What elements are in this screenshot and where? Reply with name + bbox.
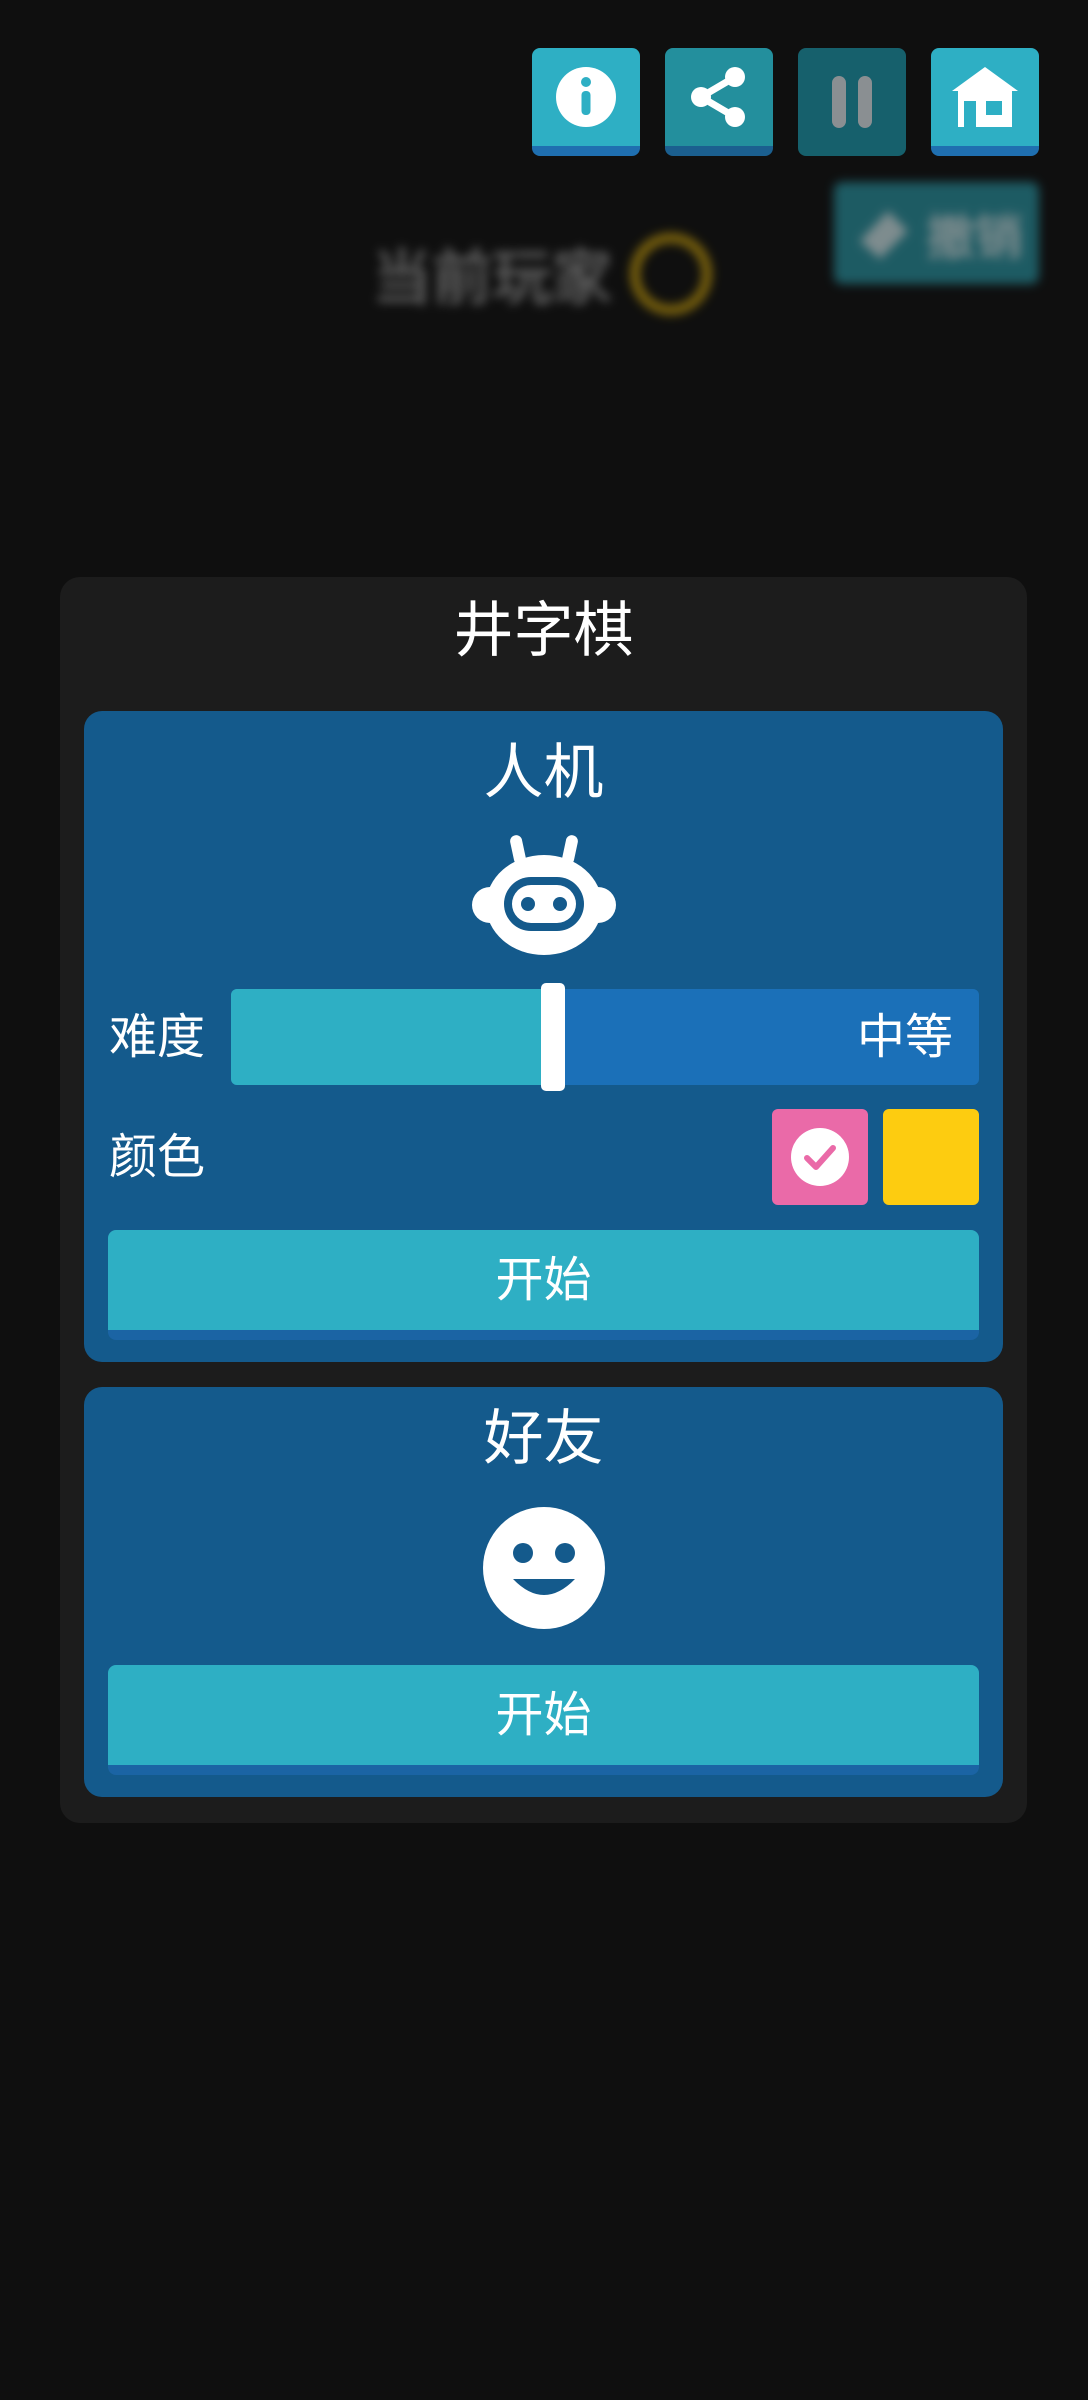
info-button[interactable] [532, 48, 640, 156]
smiley-icon [482, 1507, 605, 1629]
vs-ai-start-button[interactable]: 开始 [108, 1230, 979, 1340]
difficulty-slider-thumb[interactable] [540, 983, 565, 1091]
home-icon [952, 67, 1018, 127]
vs-ai-card: 人机 难度 中等 颜色 开始 [84, 711, 1003, 1362]
vs-friend-title: 好友 [483, 1404, 604, 1474]
color-option-pink[interactable] [772, 1109, 868, 1205]
color-label: 颜色 [109, 1129, 206, 1185]
info-icon [556, 67, 616, 127]
robot-icon [471, 835, 616, 955]
pause-button[interactable] [798, 48, 906, 156]
difficulty-value: 中等 [856, 1009, 953, 1065]
vs-friend-start-button[interactable]: 开始 [108, 1665, 979, 1775]
home-button[interactable] [931, 48, 1039, 156]
check-icon [791, 1128, 849, 1186]
share-icon [691, 67, 745, 127]
circle-player-icon [630, 232, 712, 315]
pause-icon [832, 76, 872, 128]
undo-button: 撤销 [834, 182, 1039, 284]
vs-friend-card: 好友 开始 [84, 1387, 1003, 1797]
share-button[interactable] [665, 48, 773, 156]
difficulty-slider-fill [231, 989, 553, 1085]
current-player-indicator: 当前玩家 [372, 230, 712, 317]
undo-label: 撤销 [926, 210, 1023, 266]
difficulty-label: 难度 [109, 1009, 206, 1065]
color-option-yellow[interactable] [883, 1109, 979, 1205]
current-player-label: 当前玩家 [372, 244, 612, 314]
game-screen: 撤销 当前玩家 井字棋 人机 难度 中等 颜色 开始 好友 开始 [0, 0, 1088, 2400]
vs-ai-title: 人机 [483, 738, 604, 808]
eraser-icon [860, 211, 909, 259]
dialog-title: 井字棋 [453, 596, 634, 666]
difficulty-slider[interactable]: 中等 [231, 983, 979, 1091]
game-mode-dialog: 井字棋 人机 难度 中等 颜色 开始 好友 开始 [60, 577, 1027, 1823]
